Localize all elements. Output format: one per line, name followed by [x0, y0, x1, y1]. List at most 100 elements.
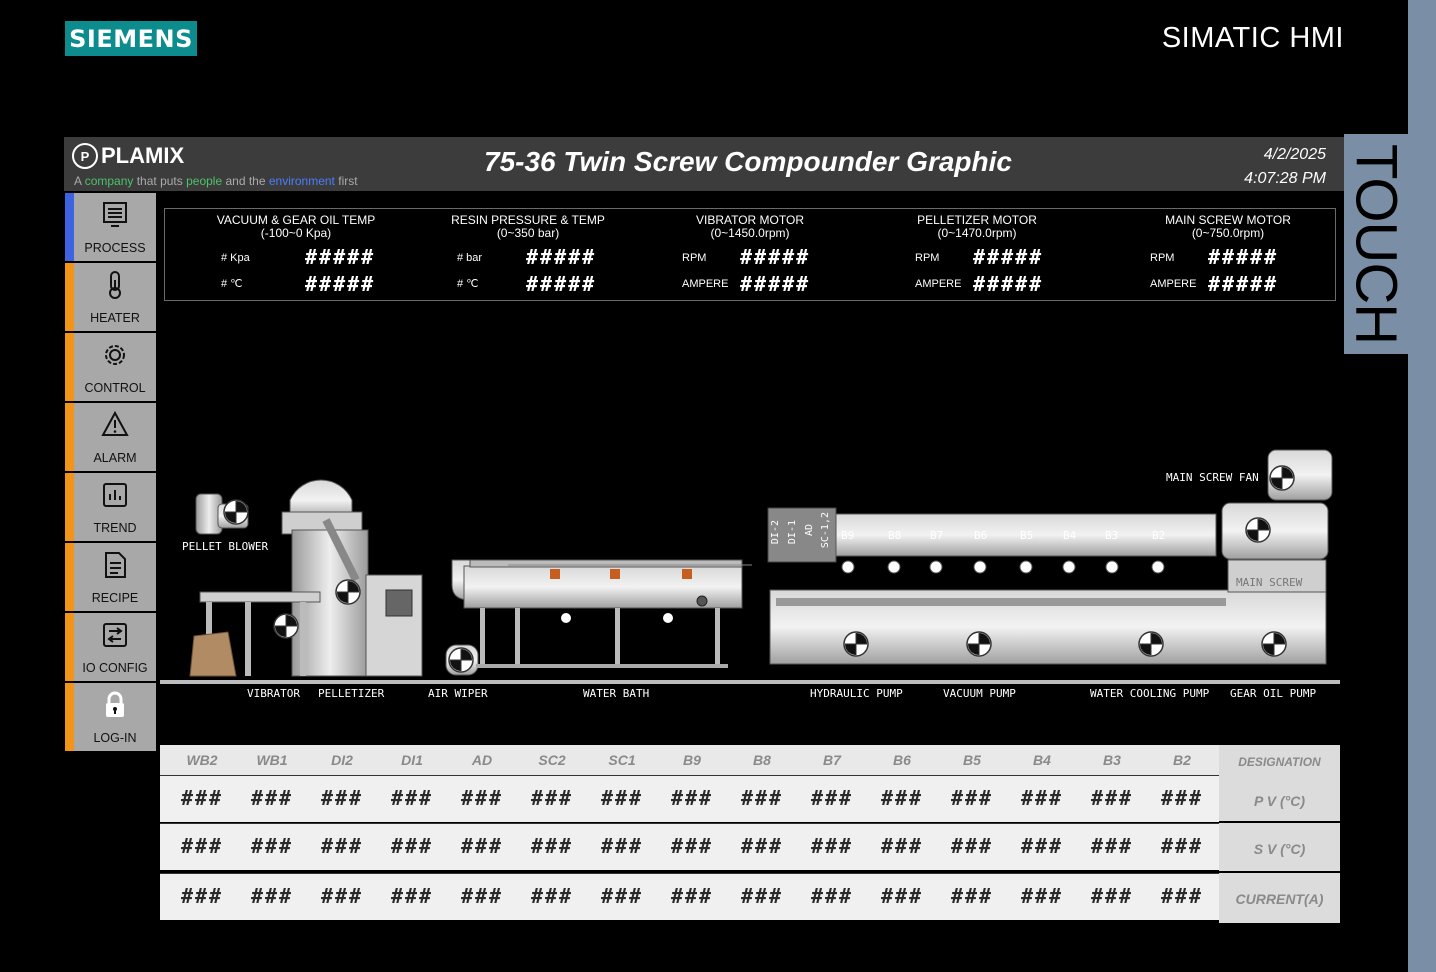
zone-value[interactable]: ###	[657, 834, 727, 858]
zone-value[interactable]: ###	[167, 786, 237, 810]
zone-value[interactable]: ###	[1147, 884, 1217, 908]
zone-header: B9	[683, 752, 701, 768]
zone-value[interactable]: ###	[587, 834, 657, 858]
pelletizer-fan-icon	[335, 579, 361, 605]
zone-header: B8	[753, 752, 771, 768]
zone-header: DI2	[331, 752, 353, 768]
label-water-bath: WATER BATH	[583, 687, 650, 700]
vacuum-pump-fan-icon	[966, 631, 992, 657]
water-cooling-pump-fan-icon	[1138, 631, 1164, 657]
zone-value[interactable]: ###	[937, 834, 1007, 858]
zone-value[interactable]: ###	[937, 884, 1007, 908]
barrel-label: B9	[841, 529, 855, 542]
zone-value[interactable]: ###	[447, 884, 517, 908]
zone-value[interactable]: ###	[937, 786, 1007, 810]
zone-value[interactable]: ###	[1007, 786, 1077, 810]
label-main-screw-fan: MAIN SCREW FAN	[1166, 471, 1259, 484]
main-screw-motor	[1221, 449, 1333, 560]
zone-value[interactable]: ###	[377, 786, 447, 810]
zone-value[interactable]: ###	[727, 884, 797, 908]
zone-value[interactable]: ###	[587, 786, 657, 810]
die-label: DI-1	[787, 520, 798, 545]
row-label-current: CURRENT(A)	[1219, 873, 1340, 923]
zone-value[interactable]: ###	[1077, 834, 1147, 858]
label-hydraulic-pump: HYDRAULIC PUMP	[810, 687, 903, 700]
zone-value[interactable]: ###	[867, 884, 937, 908]
zone-value[interactable]: ###	[1147, 834, 1217, 858]
barrel-label: B5	[1020, 529, 1034, 542]
zone-value[interactable]: ###	[797, 786, 867, 810]
air-wiper	[445, 644, 479, 676]
hydraulic-pump-fan-icon	[843, 631, 869, 657]
zone-header: SC1	[608, 752, 636, 768]
zone-header: B5	[963, 752, 981, 768]
zone-header: SC2	[538, 752, 566, 768]
zone-value[interactable]: ###	[1147, 786, 1217, 810]
zone-header: AD	[471, 752, 493, 768]
zone-value[interactable]: ###	[307, 786, 377, 810]
zone-value[interactable]: ###	[867, 834, 937, 858]
zone-value[interactable]: ###	[1007, 834, 1077, 858]
zone-value[interactable]: ###	[587, 884, 657, 908]
zone-value[interactable]: ###	[167, 884, 237, 908]
air-wiper-fan-icon	[448, 647, 474, 673]
zone-value[interactable]: ###	[1077, 884, 1147, 908]
extruder-barrels	[767, 507, 1217, 574]
zone-header: B3	[1103, 752, 1121, 768]
zone-value[interactable]: ###	[657, 786, 727, 810]
zone-value[interactable]: ###	[517, 834, 587, 858]
zone-value[interactable]: ###	[1007, 884, 1077, 908]
zone-value[interactable]: ###	[657, 884, 727, 908]
row-label-pv: P V (°C)	[1219, 775, 1340, 821]
barrel-label: B6	[974, 529, 988, 542]
zone-value[interactable]: ###	[867, 786, 937, 810]
pellet-blower	[195, 493, 249, 535]
zone-value[interactable]: ###	[237, 786, 307, 810]
main-screw-motor-fan-icon	[1245, 517, 1271, 543]
barrel-label: B4	[1063, 529, 1077, 542]
zone-header: DI1	[401, 752, 423, 768]
zone-value[interactable]: ###	[797, 884, 867, 908]
zone-value[interactable]: ###	[727, 834, 797, 858]
label-vacuum-pump: VACUUM PUMP	[943, 687, 1016, 700]
barrel-label: B8	[888, 529, 902, 542]
zone-value[interactable]: ###	[237, 834, 307, 858]
label-main-screw: MAIN SCREW	[1236, 576, 1303, 589]
water-bath	[451, 559, 752, 668]
zone-value[interactable]: ###	[167, 834, 237, 858]
die-label: AD	[804, 524, 815, 537]
zone-value[interactable]: ###	[307, 834, 377, 858]
zone-header: WB2	[186, 752, 218, 768]
label-vibrator: VIBRATOR	[247, 687, 300, 700]
main-screw-fan-icon	[1269, 465, 1295, 491]
zone-value[interactable]: ###	[447, 786, 517, 810]
floor-line	[160, 680, 1340, 684]
zone-value[interactable]: ###	[307, 884, 377, 908]
pellet-blower-fan-icon	[223, 499, 249, 525]
barrel-label: B3	[1105, 529, 1119, 542]
zone-value[interactable]: ###	[517, 884, 587, 908]
zone-header: B7	[823, 752, 841, 768]
zone-value[interactable]: ###	[1077, 786, 1147, 810]
vibrator-fan-icon	[273, 613, 299, 639]
vibrator-table	[189, 591, 321, 677]
zone-value[interactable]: ###	[797, 834, 867, 858]
zone-header: B2	[1173, 752, 1191, 768]
zone-value[interactable]: ###	[377, 884, 447, 908]
zone-value[interactable]: ###	[727, 786, 797, 810]
zone-value[interactable]: ###	[237, 884, 307, 908]
zone-header: WB1	[256, 752, 288, 768]
zone-value[interactable]: ###	[447, 834, 517, 858]
zone-value[interactable]: ###	[377, 834, 447, 858]
zone-header: B6	[893, 752, 911, 768]
designation-header: DESIGNATION	[1219, 745, 1340, 775]
label-air-wiper: AIR WIPER	[428, 687, 488, 700]
zone-value[interactable]: ###	[517, 786, 587, 810]
label-pellet-blower: PELLET BLOWER	[182, 540, 269, 553]
row-label-sv: S V (°C)	[1219, 823, 1340, 871]
label-gear-oil-pump: GEAR OIL PUMP	[1230, 687, 1317, 700]
die-label: SC-1,2	[820, 512, 831, 549]
barrel-label: B7	[930, 529, 944, 542]
zone-header: B4	[1033, 752, 1051, 768]
temperature-table: DESIGNATION P V (°C) S V (°C) CURRENT(A)…	[160, 745, 1340, 923]
